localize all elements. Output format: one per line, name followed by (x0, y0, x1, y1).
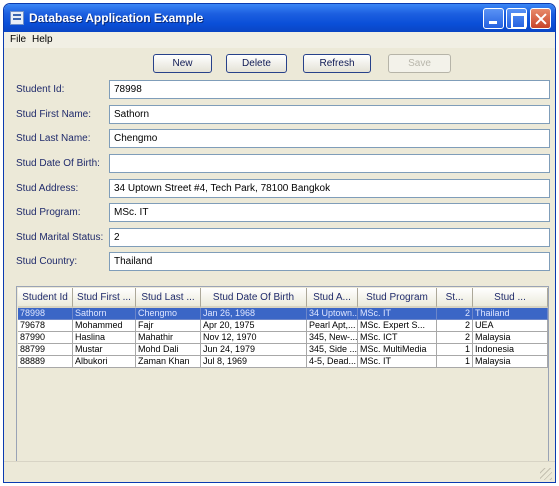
column-header-last-name[interactable]: Stud Last ... (136, 288, 201, 308)
table-cell: Jul 8, 1969 (201, 356, 307, 368)
address-label: Stud Address: (16, 183, 79, 194)
table-cell: 345, Side ... (307, 344, 358, 356)
table-cell: MSc. ICT (358, 332, 437, 344)
table-cell: 2 (437, 320, 473, 332)
country-field[interactable]: Thailand (109, 252, 550, 271)
column-header-country[interactable]: Stud ... (473, 288, 548, 308)
table-cell: Nov 12, 1970 (201, 332, 307, 344)
program-field[interactable]: MSc. IT (109, 203, 550, 222)
menu-file[interactable]: File (10, 34, 26, 45)
maximize-button[interactable] (506, 8, 527, 29)
student-id-field[interactable]: 78998 (109, 80, 550, 99)
country-label: Stud Country: (16, 256, 78, 267)
status-bar (4, 461, 555, 482)
refresh-button[interactable]: Refresh (303, 54, 371, 73)
menu-bar: File Help (4, 32, 555, 48)
table-cell: Mohammed (73, 320, 136, 332)
table-cell: 79678 (18, 320, 73, 332)
table-cell: Haslina (73, 332, 136, 344)
table-cell: Mahathir (136, 332, 201, 344)
column-header-marital-status[interactable]: St... (437, 288, 473, 308)
close-button[interactable] (530, 8, 551, 29)
column-header-first-name[interactable]: Stud First ... (73, 288, 136, 308)
delete-button[interactable]: Delete (226, 54, 287, 73)
last-name-label: Stud Last Name: (16, 133, 91, 144)
marital-status-field[interactable]: 2 (109, 228, 550, 247)
new-button[interactable]: New (153, 54, 212, 73)
app-icon (10, 11, 24, 25)
table-cell: 88799 (18, 344, 73, 356)
table-cell: MSc. IT (358, 308, 437, 320)
minimize-button[interactable] (483, 8, 504, 29)
table-cell: UEA (473, 320, 548, 332)
table-cell: Jun 24, 1979 (201, 344, 307, 356)
table-cell: Mohd Dali (136, 344, 201, 356)
table-cell: Fajr (136, 320, 201, 332)
title-bar[interactable]: Database Application Example (4, 4, 555, 32)
date-of-birth-label: Stud Date Of Birth: (16, 158, 100, 169)
table-cell: Indonesia (473, 344, 548, 356)
table-row[interactable]: 88799 Mustar Mohd Dali Jun 24, 1979 345,… (18, 344, 548, 356)
first-name-label: Stud First Name: (16, 109, 92, 120)
save-button[interactable]: Save (388, 54, 451, 73)
table-cell: Malaysia (473, 356, 548, 368)
table-cell: MSc. IT (358, 356, 437, 368)
table-cell: Albukori (73, 356, 136, 368)
table-row[interactable]: 79678 Mohammed Fajr Apr 20, 1975 Pearl A… (18, 320, 548, 332)
table-cell: 345, New-... (307, 332, 358, 344)
last-name-field[interactable]: Chengmo (109, 129, 550, 148)
column-header-student-id[interactable]: Student Id (18, 288, 73, 308)
table-cell: Sathorn (73, 308, 136, 320)
column-header-address[interactable]: Stud A... (307, 288, 358, 308)
table-cell: Mustar (73, 344, 136, 356)
marital-status-label: Stud Marital Status: (16, 232, 104, 243)
table-cell: 1 (437, 356, 473, 368)
table-row[interactable]: 78998 Sathorn Chengmo Jan 26, 1968 34 Up… (18, 308, 548, 320)
table-cell: Chengmo (136, 308, 201, 320)
table-cell: Apr 20, 1975 (201, 320, 307, 332)
table-cell: 78998 (18, 308, 73, 320)
menu-help[interactable]: Help (32, 34, 53, 45)
students-table[interactable]: Student Id Stud First ... Stud Last ... … (16, 286, 549, 466)
table-cell: 2 (437, 308, 473, 320)
table-cell: Thailand (473, 308, 548, 320)
resize-grip-icon[interactable] (540, 468, 552, 480)
program-label: Stud Program: (16, 207, 81, 218)
column-header-program[interactable]: Stud Program (358, 288, 437, 308)
date-of-birth-field[interactable] (109, 154, 550, 173)
table-cell: Malaysia (473, 332, 548, 344)
table-cell: MSc. MultiMedia (358, 344, 437, 356)
table-cell: 1 (437, 344, 473, 356)
table-row[interactable]: 87990 Haslina Mahathir Nov 12, 1970 345,… (18, 332, 548, 344)
table-cell: 2 (437, 332, 473, 344)
table-cell: MSc. Expert S... (358, 320, 437, 332)
table-cell: 87990 (18, 332, 73, 344)
table-cell: 4-5, Dead... (307, 356, 358, 368)
table-cell: 34 Uptown... (307, 308, 358, 320)
table-cell: Zaman Khan (136, 356, 201, 368)
table-row[interactable]: 88889 Albukori Zaman Khan Jul 8, 1969 4-… (18, 356, 548, 368)
table-cell: Pearl Apt,... (307, 320, 358, 332)
window-title: Database Application Example (29, 11, 204, 25)
first-name-field[interactable]: Sathorn (109, 105, 550, 124)
app-window: Database Application Example File Help N… (3, 3, 556, 483)
table-header: Student Id Stud First ... Stud Last ... … (18, 288, 548, 308)
address-field[interactable]: 34 Uptown Street #4, Tech Park, 78100 Ba… (109, 179, 550, 198)
column-header-date-of-birth[interactable]: Stud Date Of Birth (201, 288, 307, 308)
table-cell: Jan 26, 1968 (201, 308, 307, 320)
student-id-label: Student Id: (16, 84, 65, 95)
main-content: New Delete Refresh Save Student Id: 7899… (10, 48, 550, 478)
table-cell: 88889 (18, 356, 73, 368)
